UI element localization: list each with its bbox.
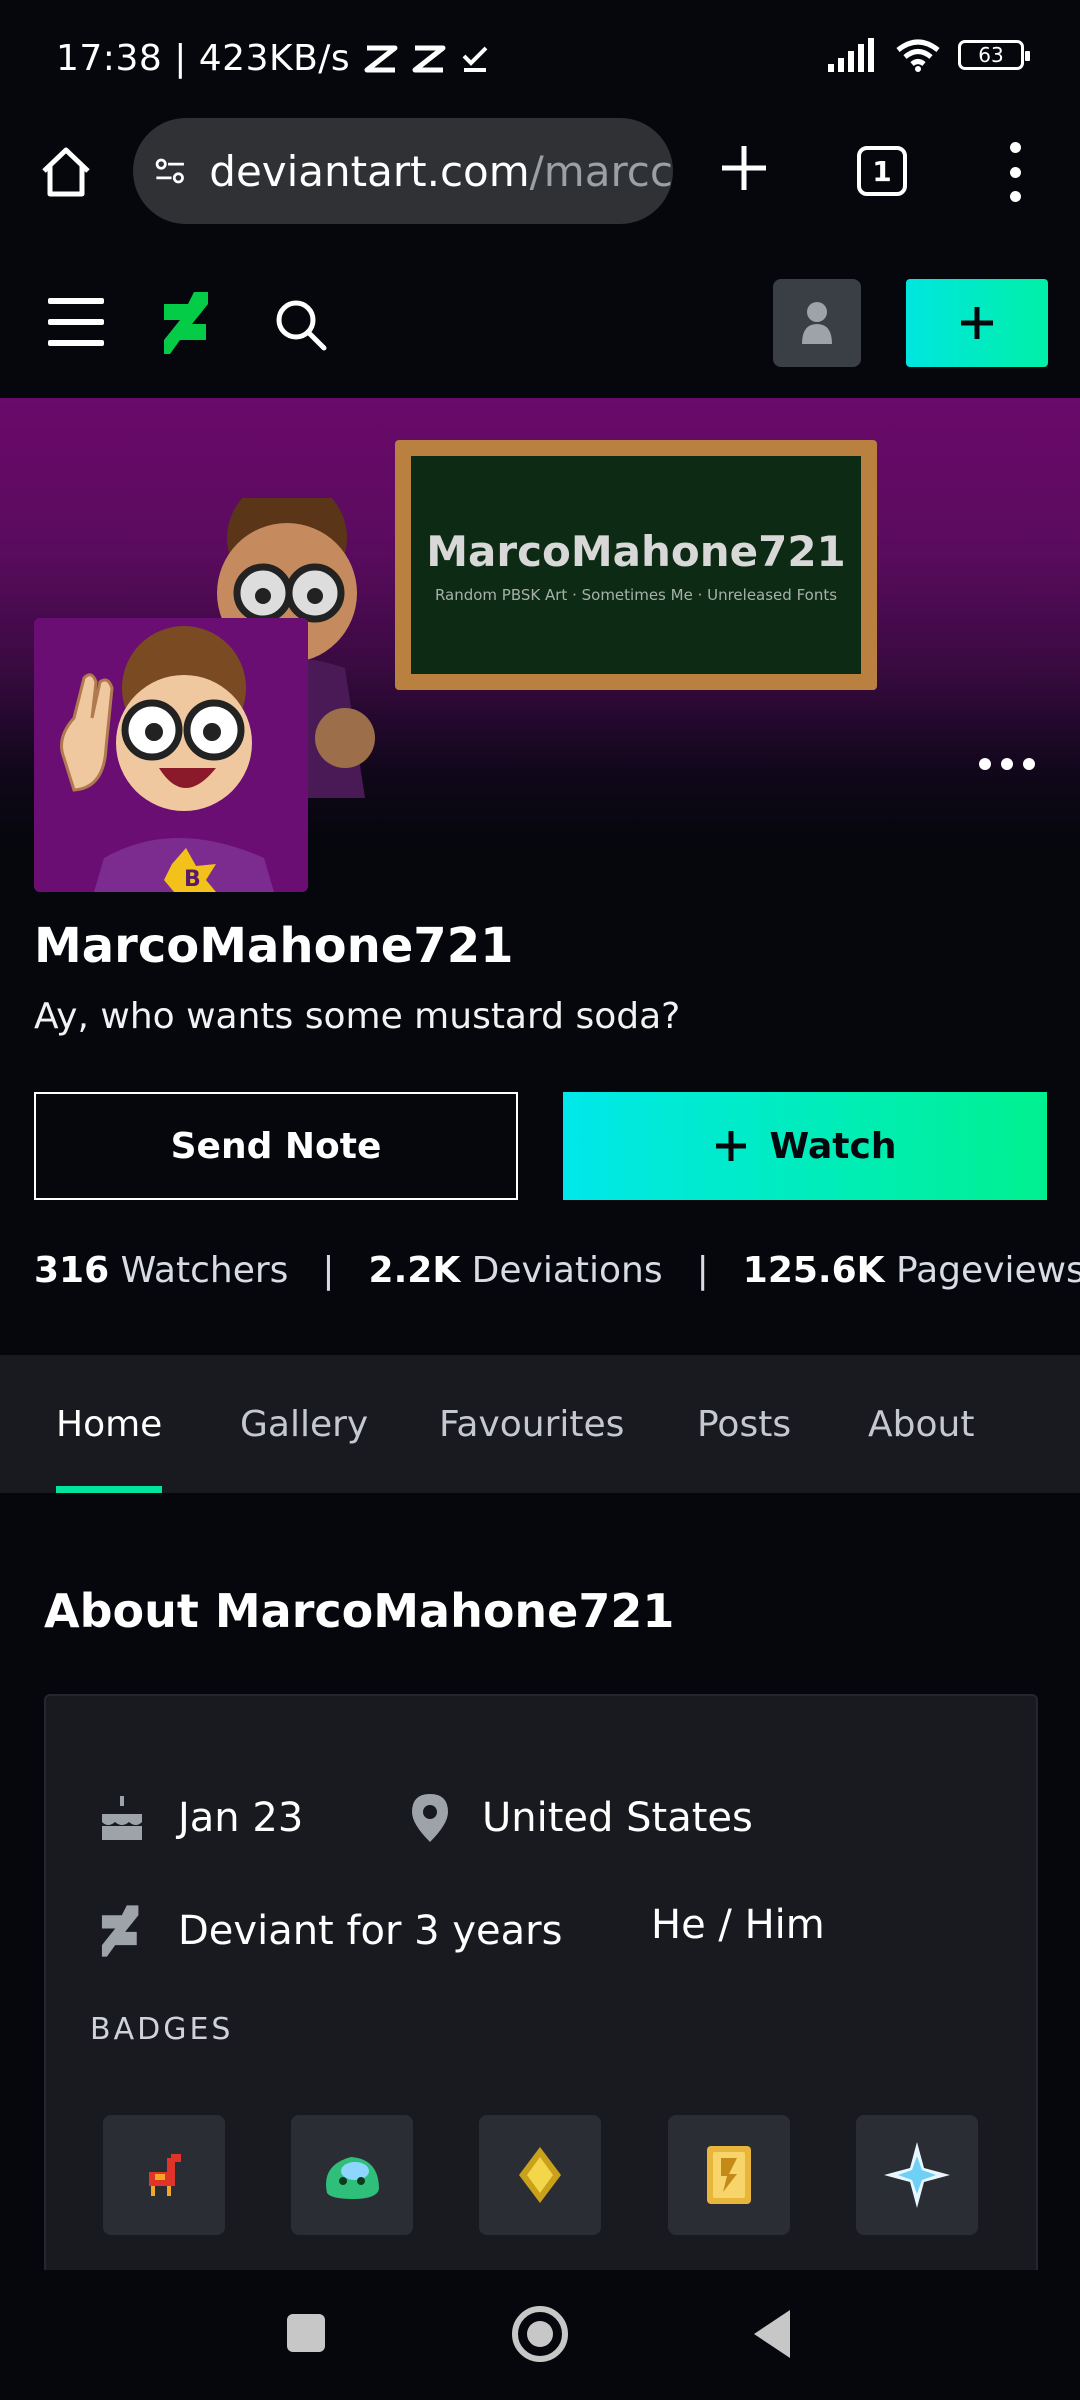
status-bar: 17:38 | 423KB/s 63 xyxy=(0,0,1080,118)
llama-icon xyxy=(149,2154,181,2196)
tab-favourites[interactable]: Favourites xyxy=(439,1355,624,1493)
url-text[interactable]: deviantart.com/marcc xyxy=(209,147,673,196)
deviations-count: 2.2K xyxy=(368,1250,461,1291)
tab-about[interactable]: About xyxy=(868,1355,974,1493)
deviant-since-row: Deviant for 3 years xyxy=(96,1902,562,1960)
site-settings-icon[interactable] xyxy=(155,151,185,191)
badge-item[interactable] xyxy=(668,2115,790,2235)
badges-label: BADGES xyxy=(90,2012,234,2047)
signal-icon xyxy=(828,38,874,72)
wifi-icon xyxy=(896,39,940,72)
user-icon xyxy=(802,302,832,344)
profile-tagline: Ay, who wants some mustard soda? xyxy=(34,996,681,1037)
pageviews-stat: 125.6K Pageviews xyxy=(743,1250,1080,1291)
notification-icons xyxy=(364,44,490,74)
birthday-text: Jan 23 xyxy=(178,1795,304,1841)
profile-stats: 316 Watchers | 2.2K Deviations | 125.6K … xyxy=(34,1250,1080,1291)
about-title: About MarcoMahone721 xyxy=(44,1584,675,1638)
blob-icon xyxy=(326,2157,379,2199)
pageviews-label: Pageviews xyxy=(896,1250,1080,1291)
watch-label: Watch xyxy=(769,1125,897,1167)
search-icon[interactable] xyxy=(272,296,330,354)
browser-toolbar: deviantart.com/marcc 1 xyxy=(0,118,1080,268)
home-button[interactable] xyxy=(512,2306,568,2362)
watch-button[interactable]: Watch xyxy=(563,1092,1047,1200)
url-path: /marcc xyxy=(529,146,673,196)
location-text: United States xyxy=(482,1795,753,1841)
pronouns-text: He / Him xyxy=(651,1902,825,1948)
plus-icon xyxy=(715,1131,746,1161)
status-right: 63 xyxy=(828,38,1030,72)
plus-icon xyxy=(961,307,993,339)
tab-posts[interactable]: Posts xyxy=(697,1355,791,1493)
banner-sign: MarcoMahone721 Random PBSK Art · Sometim… xyxy=(395,440,877,690)
send-note-label: Send Note xyxy=(170,1125,382,1167)
new-tab-icon[interactable] xyxy=(716,140,772,196)
address-bar[interactable]: deviantart.com/marcc xyxy=(133,118,673,224)
banner-sign-inner: MarcoMahone721 Random PBSK Art · Sometim… xyxy=(411,456,861,674)
site-header xyxy=(0,268,1080,398)
battery-icon: 63 xyxy=(958,40,1030,70)
badge-item[interactable] xyxy=(103,2115,225,2235)
watchers-label: Watchers xyxy=(120,1250,289,1291)
more-options-icon[interactable] xyxy=(979,758,1035,772)
pronouns-row: He / Him xyxy=(651,1902,825,1948)
hamburger-menu-icon[interactable] xyxy=(48,298,104,346)
pageviews-count: 125.6K xyxy=(742,1250,885,1291)
badge-item[interactable] xyxy=(856,2115,978,2235)
stat-separator: | xyxy=(322,1250,335,1291)
location-row: United States xyxy=(408,1792,753,1844)
create-button[interactable] xyxy=(906,279,1048,367)
stat-separator: | xyxy=(696,1250,709,1291)
location-pin-icon xyxy=(412,1794,448,1842)
back-button[interactable] xyxy=(752,2308,792,2360)
deviantart-logo-icon xyxy=(101,1905,139,1957)
url-domain: deviantart.com xyxy=(209,146,530,196)
gem-icon xyxy=(519,2147,561,2203)
deviations-label: Deviations xyxy=(471,1250,663,1291)
status-left: 17:38 | 423KB/s xyxy=(56,38,490,79)
active-tab-indicator xyxy=(56,1486,162,1493)
recents-button[interactable] xyxy=(287,2314,325,2352)
status-time-speed: 17:38 | 423KB/s xyxy=(56,38,351,79)
birthday-row: Jan 23 xyxy=(96,1792,303,1844)
home-icon[interactable] xyxy=(38,144,94,200)
profile-tabs: Home Gallery Favourites Posts About xyxy=(0,1355,1080,1493)
browser-menu-icon[interactable] xyxy=(1000,142,1030,202)
core-card-icon xyxy=(707,2146,751,2204)
banner-title: MarcoMahone721 xyxy=(426,526,846,576)
tab-switcher-button[interactable]: 1 xyxy=(857,146,907,196)
badge-item[interactable] xyxy=(291,2115,413,2235)
user-avatar-button[interactable] xyxy=(773,279,861,367)
badge-item[interactable] xyxy=(479,2115,601,2235)
system-navigation-bar xyxy=(0,2270,1080,2400)
deviant-since-text: Deviant for 3 years xyxy=(178,1908,563,1954)
banner-subtitle: Random PBSK Art · Sometimes Me · Unrelea… xyxy=(434,585,838,604)
svg-text:B: B xyxy=(184,867,201,892)
app-notification-icon-2 xyxy=(412,45,446,72)
watchers-count: 316 xyxy=(34,1250,110,1291)
avatar-image: B xyxy=(34,618,308,892)
sparkle-icon xyxy=(884,2142,950,2208)
profile-avatar[interactable]: B xyxy=(34,618,308,892)
tab-home[interactable]: Home xyxy=(56,1355,162,1493)
profile-username: MarcoMahone721 xyxy=(34,918,514,974)
tab-count: 1 xyxy=(872,154,892,188)
watchers-stat[interactable]: 316 Watchers xyxy=(34,1250,288,1291)
send-note-button[interactable]: Send Note xyxy=(34,1092,518,1200)
battery-level: 63 xyxy=(978,43,1004,67)
deviantart-logo-icon[interactable] xyxy=(158,288,216,358)
deviations-stat[interactable]: 2.2K Deviations xyxy=(369,1250,663,1291)
download-done-icon xyxy=(462,46,488,72)
app-notification-icon xyxy=(364,45,398,72)
tab-gallery[interactable]: Gallery xyxy=(240,1355,368,1493)
cake-icon xyxy=(102,1796,142,1840)
